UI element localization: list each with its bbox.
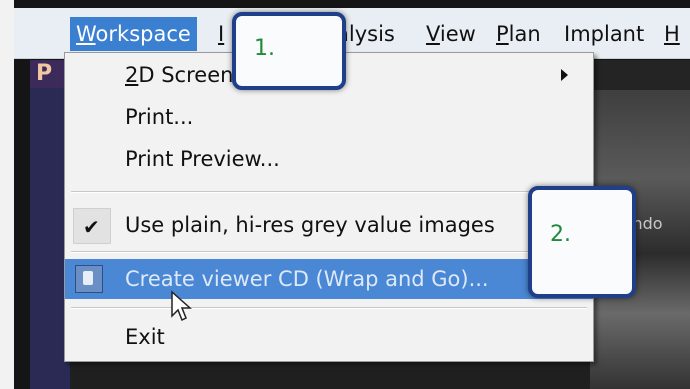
mouse-pointer-icon [171, 290, 192, 322]
menu-item-exit[interactable]: Exit [65, 317, 593, 357]
callout-step-2: 2. [528, 186, 636, 298]
menu-image[interactable]: I [212, 17, 230, 51]
workspace-dropdown-menu: 2D Screenshot Print... Print Preview... … [64, 52, 594, 362]
menu-separator [71, 251, 587, 253]
submenu-arrow-icon [561, 69, 568, 81]
menu-separator [71, 191, 587, 193]
wrap-and-go-icon [75, 265, 103, 293]
menu-item-grey-value-images[interactable]: ✔ Use plain, hi-res grey value images [65, 205, 593, 245]
menu-implant[interactable]: Implant [558, 17, 650, 51]
window-left-edge [0, 0, 14, 389]
menu-plan[interactable]: Plan [490, 17, 547, 51]
menu-workspace[interactable]: Workspace [70, 17, 197, 51]
callout-step-1: 1. [232, 12, 346, 90]
checkmark-icon: ✔ [83, 215, 100, 239]
menu-view[interactable]: View [420, 17, 482, 51]
menu-item-create-viewer-cd[interactable]: Create viewer CD (Wrap and Go)... [65, 259, 593, 299]
menu-item-print-preview[interactable]: Print Preview... [65, 139, 593, 179]
menu-item-print[interactable]: Print... [65, 97, 593, 137]
menu-separator [71, 307, 587, 309]
menu-help[interactable]: H [658, 17, 686, 51]
